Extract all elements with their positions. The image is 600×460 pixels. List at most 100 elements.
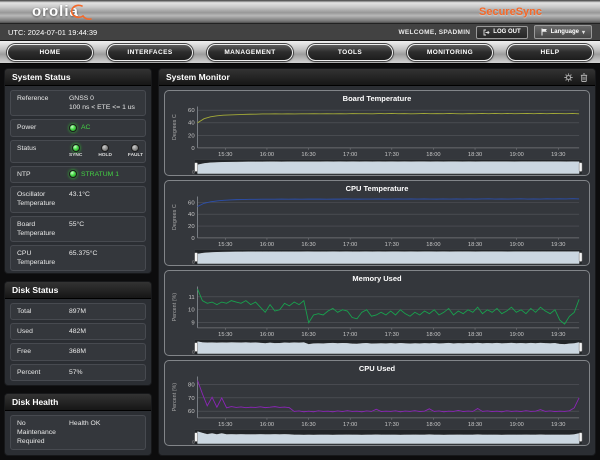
y-tick-label: 20 — [188, 224, 195, 230]
x-tick-label: 19:00 — [510, 152, 524, 158]
chart-plot[interactable]: 0204060Degrees C15:3016:0016:3017:0017:3… — [168, 103, 586, 175]
navigator-area — [198, 342, 580, 354]
y-axis-label: Percent (%) — [172, 293, 178, 322]
x-tick-label: 19:30 — [551, 242, 565, 248]
x-tick-label: 16:30 — [301, 242, 315, 248]
y-tick-label: 60 — [188, 108, 195, 114]
language-label: Language — [551, 29, 579, 35]
orolia-logo[interactable]: orolia — [32, 1, 94, 23]
sidebar: System Status ReferenceGNSS 0100 ns < ET… — [4, 68, 152, 456]
x-tick-label: 17:00 — [343, 242, 357, 248]
x-tick-label: 19:00 — [510, 242, 524, 248]
row-value: 482M — [69, 327, 139, 336]
row-label: Status — [17, 144, 69, 159]
system-status-header: System Status — [5, 69, 151, 86]
navigator-handle-right[interactable] — [579, 343, 582, 352]
y-tick-label: 9 — [191, 321, 194, 327]
chart-plot[interactable]: 91011Percent (%)15:3016:0016:3017:0017:3… — [168, 283, 586, 355]
utc-clock: UTC: 2024-07-01 19:44:39 — [8, 28, 97, 37]
disk-health-body: No Maintenance RequiredHealth OK — [5, 411, 151, 456]
nav-home[interactable]: HOME — [7, 44, 93, 61]
chart-title: CPU Used — [168, 363, 586, 373]
y-axis-label: Percent (%) — [172, 383, 178, 412]
nav-management[interactable]: MANAGEMENT — [207, 44, 293, 61]
x-tick-label: 19:00 — [510, 332, 524, 338]
trash-icon[interactable] — [580, 73, 588, 82]
row-label: Percent — [17, 368, 69, 377]
x-tick-label: 18:30 — [468, 332, 482, 338]
brand-header: orolia SecureSync — [0, 0, 600, 24]
x-tick-label: 16:30 — [301, 422, 315, 428]
navigator-handle-left[interactable] — [195, 163, 198, 172]
y-tick-label: 0 — [191, 146, 195, 152]
disk-status-body: Total897MUsed482MFree368MPercent57% — [5, 299, 151, 386]
status-row: PowerAC — [10, 119, 146, 136]
logout-label: LOG OUT — [493, 29, 520, 35]
navigator-handle-right[interactable] — [579, 253, 582, 262]
x-tick-label: 16:00 — [260, 332, 274, 338]
disk-status-panel: Disk Status Total897MUsed482MFree368MPer… — [4, 281, 152, 386]
status-row: Total897M — [10, 303, 146, 320]
navigator-area — [198, 162, 580, 174]
nav-monitoring[interactable]: MONITORING — [407, 44, 493, 61]
chart-plot[interactable]: 607080Percent (%)15:3016:0016:3017:0017:… — [168, 373, 586, 445]
chart-cpu-temperature: CPU Temperature0204060Degrees C15:3016:0… — [164, 180, 590, 266]
chart-cpu-used: CPU Used607080Percent (%)15:3016:0016:30… — [164, 360, 590, 446]
sync-led-icon — [72, 144, 80, 152]
series-line — [198, 381, 580, 412]
x-tick-label: 18:00 — [426, 152, 440, 158]
status-led-icon — [69, 170, 77, 178]
flag-icon — [541, 28, 548, 36]
nav-help[interactable]: HELP — [507, 44, 593, 61]
x-tick-label: 16:30 — [301, 152, 315, 158]
sync-led-group: SYNC — [69, 144, 82, 159]
x-tick-label: 16:00 — [260, 152, 274, 158]
status-row: Free368M — [10, 343, 146, 360]
row-label: Free — [17, 347, 69, 356]
x-tick-label: 15:30 — [218, 422, 232, 428]
main-area: System Monitor — [158, 68, 596, 456]
navigator-handle-right[interactable] — [579, 163, 582, 172]
disk-health-header: Disk Health — [5, 394, 151, 411]
navigator-handle-left[interactable] — [195, 343, 198, 352]
led-label: FAULT — [128, 153, 143, 159]
y-tick-label: 80 — [188, 382, 195, 388]
gear-icon[interactable] — [564, 73, 573, 82]
logout-button[interactable]: LOG OUT — [476, 26, 527, 39]
chart-board-temperature: Board Temperature0204060Degrees C15:3016… — [164, 90, 590, 176]
status-row: Percent57% — [10, 364, 146, 381]
y-tick-label: 40 — [188, 212, 195, 218]
disk-status-header: Disk Status — [5, 282, 151, 299]
system-status-body: ReferenceGNSS 0100 ns < ETE <= 1 usPower… — [5, 86, 151, 274]
disk-health-panel: Disk Health No Maintenance RequiredHealt… — [4, 393, 152, 456]
x-tick-label: 19:00 — [510, 422, 524, 428]
chart-memory-used: Memory Used91011Percent (%)15:3016:0016:… — [164, 270, 590, 356]
status-row: CPU Temperature65.375°C — [10, 245, 146, 271]
row-label: CPU Temperature — [17, 249, 69, 267]
row-value: GNSS 0100 ns < ETE <= 1 us — [69, 94, 139, 112]
nav-tools[interactable]: TOOLS — [307, 44, 393, 61]
navigator-handle-right[interactable] — [579, 433, 582, 442]
status-row: Board Temperature55°C — [10, 216, 146, 242]
y-tick-label: 60 — [188, 200, 195, 206]
navigator-handle-left[interactable] — [195, 253, 198, 262]
navigator-area — [198, 252, 580, 264]
status-row: No Maintenance RequiredHealth OK — [10, 415, 146, 451]
chevron-down-icon: ▾ — [582, 29, 585, 36]
y-tick-label: 11 — [188, 295, 194, 301]
hold-led-icon — [101, 144, 109, 152]
chart-plot[interactable]: 0204060Degrees C15:3016:0016:3017:0017:3… — [168, 193, 586, 265]
system-status-panel: System Status ReferenceGNSS 0100 ns < ET… — [4, 68, 152, 274]
language-button[interactable]: Language ▾ — [534, 25, 592, 39]
x-tick-label: 17:00 — [343, 332, 357, 338]
navigator-handle-left[interactable] — [195, 433, 198, 442]
content-area: System Status ReferenceGNSS 0100 ns < ET… — [0, 64, 600, 460]
row-value: STRATUM 1 — [69, 170, 139, 179]
welcome-text: WELCOME, SPADMIN — [398, 29, 470, 36]
series-line — [198, 289, 580, 324]
x-tick-label: 17:00 — [343, 422, 357, 428]
nav-bar: HOME INTERFACES MANAGEMENT TOOLS MONITORING H… — [0, 41, 600, 64]
row-value: 55°C — [69, 220, 139, 238]
system-monitor-title: System Monitor — [166, 72, 230, 82]
nav-interfaces[interactable]: INTERFACES — [107, 44, 193, 61]
